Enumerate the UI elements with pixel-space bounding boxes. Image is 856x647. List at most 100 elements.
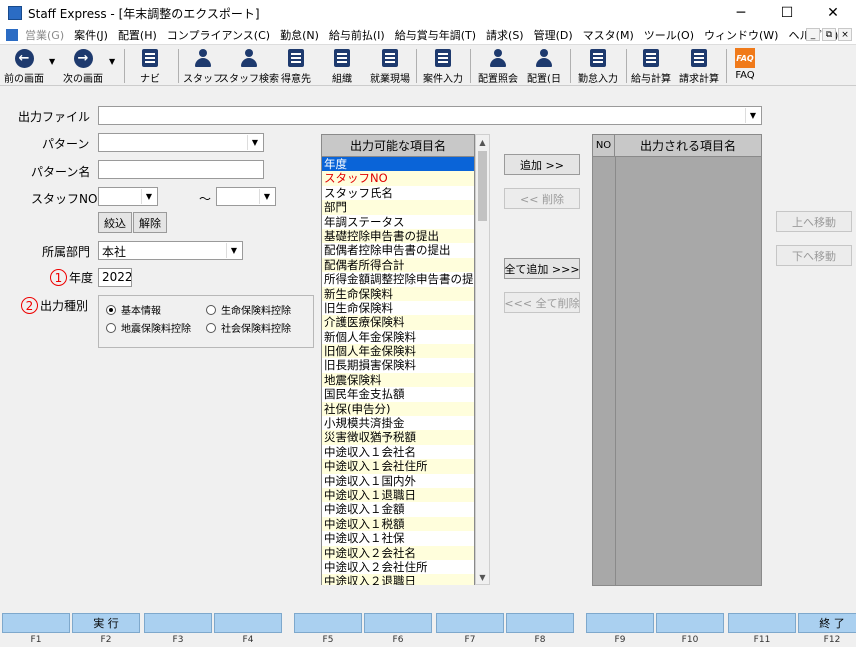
menu-tools[interactable]: ツール(O) bbox=[639, 27, 699, 43]
fkey-f7-button[interactable]: F7 bbox=[436, 613, 504, 647]
chevron-down-icon[interactable]: ▼ bbox=[259, 189, 274, 204]
move-up-button[interactable]: 上へ移動 bbox=[776, 211, 852, 232]
list-item[interactable]: 中途収入２会社名 bbox=[322, 545, 474, 560]
pattern-name-input[interactable] bbox=[98, 160, 264, 179]
menu-case[interactable]: 案件(J) bbox=[69, 27, 113, 43]
client-button[interactable]: 得意先 bbox=[278, 47, 314, 85]
list-item[interactable]: 中途収入１国内外 bbox=[322, 474, 474, 488]
radio-social-insurance[interactable]: 社会保険料控除 bbox=[206, 320, 291, 335]
list-item[interactable]: 旧個人年金保険料 bbox=[322, 344, 474, 359]
list-item[interactable]: 部門 bbox=[322, 200, 474, 215]
output-items-panel[interactable]: NO 出力される項目名 bbox=[592, 134, 762, 586]
mdi-minimize-button[interactable]: _ bbox=[806, 28, 820, 41]
filter-button[interactable]: 絞込 bbox=[98, 212, 132, 233]
chevron-down-icon[interactable]: ▼ bbox=[745, 108, 760, 123]
chevron-down-icon[interactable]: ▼ bbox=[141, 189, 156, 204]
list-item[interactable]: 年調ステータス bbox=[322, 215, 474, 229]
staff-button[interactable]: スタッフ bbox=[183, 47, 223, 85]
menu-advance-pay[interactable]: 給与前払(I) bbox=[324, 27, 390, 43]
chevron-down-icon[interactable]: ▼ bbox=[247, 135, 262, 150]
list-item[interactable]: スタッフNO bbox=[322, 171, 474, 186]
fkey-f4-button[interactable]: F4 bbox=[214, 613, 282, 647]
available-list-scrollbar[interactable]: ▲ ▼ bbox=[475, 134, 490, 585]
minimize-button[interactable]: ─ bbox=[718, 0, 764, 26]
fkey-f6-button[interactable]: F6 bbox=[364, 613, 432, 647]
next-screen-button[interactable]: → 次の画面 bbox=[60, 47, 106, 85]
fkey-f12-button[interactable]: 終 了 F12 bbox=[798, 613, 856, 647]
remove-all-button[interactable]: <<< 全て削除 bbox=[504, 292, 580, 313]
staff-no-to-combo[interactable]: ▼ bbox=[216, 187, 276, 206]
list-item[interactable]: 旧長期損害保険料 bbox=[322, 358, 474, 372]
worksite-button[interactable]: 就業現場 bbox=[368, 47, 412, 85]
year-input[interactable]: 2022 bbox=[98, 268, 132, 287]
payroll-calc-button[interactable]: 給与計算 bbox=[628, 47, 674, 85]
list-item[interactable]: 所得金額調整控除申告書の提出 bbox=[322, 272, 474, 286]
list-item[interactable]: 基礎控除申告書の提出 bbox=[322, 228, 474, 244]
list-item[interactable]: 地震保険料 bbox=[322, 372, 474, 388]
menu-window[interactable]: ウィンドウ(W) bbox=[699, 27, 783, 43]
mdi-restore-button[interactable]: ⧉ bbox=[822, 28, 836, 41]
list-item[interactable]: 中途収入１税額 bbox=[322, 516, 474, 532]
clear-button[interactable]: 解除 bbox=[133, 212, 167, 233]
close-button[interactable]: ✕ bbox=[810, 0, 856, 26]
list-item[interactable]: 中途収入１会社名 bbox=[322, 445, 474, 459]
list-item[interactable]: 国民年金支払額 bbox=[322, 387, 474, 401]
available-items-list[interactable]: 年度 スタッフNO スタッフ氏名 部門 年調ステータス 基礎控除申告書の提出 配偶者控除申告… bbox=[321, 157, 475, 585]
menu-admin[interactable]: 管理(D) bbox=[529, 27, 578, 43]
billing-calc-button[interactable]: 請求計算 bbox=[676, 47, 722, 85]
document-icon[interactable] bbox=[6, 29, 18, 41]
fkey-f10-button[interactable]: F10 bbox=[656, 613, 724, 647]
staff-search-button[interactable]: スタッフ検索 bbox=[219, 47, 279, 85]
radio-basic-info[interactable]: 基本情報 bbox=[106, 302, 161, 317]
fkey-f5-button[interactable]: F5 bbox=[294, 613, 362, 647]
next-dropdown-icon[interactable]: ▼ bbox=[109, 57, 115, 66]
chevron-down-icon[interactable]: ▼ bbox=[226, 243, 241, 258]
scroll-up-icon[interactable]: ▲ bbox=[476, 135, 489, 149]
list-item[interactable]: 小規模共済掛金 bbox=[322, 416, 474, 430]
staff-no-from-combo[interactable]: ▼ bbox=[98, 187, 158, 206]
list-item[interactable]: 配偶者控除申告書の提出 bbox=[322, 243, 474, 257]
fkey-f3-button[interactable]: F3 bbox=[144, 613, 212, 647]
remove-button[interactable]: << 削除 bbox=[504, 188, 580, 209]
mdi-close-button[interactable]: × bbox=[838, 28, 852, 41]
menu-master[interactable]: マスタ(M) bbox=[578, 27, 639, 43]
menu-placement[interactable]: 配置(H) bbox=[113, 27, 162, 43]
list-item[interactable]: 中途収入１社保 bbox=[322, 531, 474, 545]
menu-payroll[interactable]: 給与賞与年調(T) bbox=[390, 27, 481, 43]
fkey-f8-button[interactable]: F8 bbox=[506, 613, 574, 647]
org-button[interactable]: 組織 bbox=[326, 47, 358, 85]
list-item[interactable]: 中途収入２退職日 bbox=[322, 574, 474, 585]
fkey-f2-button[interactable]: 実 行 F2 bbox=[72, 613, 140, 647]
scroll-thumb[interactable] bbox=[478, 151, 487, 221]
fkey-f9-button[interactable]: F9 bbox=[586, 613, 654, 647]
menu-billing[interactable]: 請求(S) bbox=[481, 27, 529, 43]
prev-screen-button[interactable]: ← 前の画面 bbox=[2, 47, 46, 85]
maximize-button[interactable]: ☐ bbox=[764, 0, 810, 26]
list-item[interactable]: 中途収入１金額 bbox=[322, 502, 474, 516]
fkey-f1-button[interactable]: F1 bbox=[2, 613, 70, 647]
list-item[interactable]: 災害徴収猶予税額 bbox=[322, 430, 474, 445]
list-item[interactable]: 新個人年金保険料 bbox=[322, 330, 474, 344]
list-item[interactable]: 中途収入２会社住所 bbox=[322, 560, 474, 574]
list-item[interactable]: 中途収入１退職日 bbox=[322, 487, 474, 503]
output-file-combo[interactable]: ▼ bbox=[98, 106, 762, 125]
add-all-button[interactable]: 全て追加 >>> bbox=[504, 258, 580, 279]
add-button[interactable]: 追加 >> bbox=[504, 154, 580, 175]
list-item[interactable]: 社保(申告分) bbox=[322, 401, 474, 417]
scroll-down-icon[interactable]: ▼ bbox=[476, 570, 489, 584]
move-down-button[interactable]: 下へ移動 bbox=[776, 245, 852, 266]
pattern-combo[interactable]: ▼ bbox=[98, 133, 264, 152]
list-item[interactable]: 年度 bbox=[322, 157, 474, 172]
list-item[interactable]: スタッフ氏名 bbox=[322, 186, 474, 200]
faq-button[interactable]: FAQ FAQ bbox=[732, 47, 758, 85]
attendance-input-button[interactable]: 勤怠入力 bbox=[574, 47, 622, 85]
fkey-f11-button[interactable]: F11 bbox=[728, 613, 796, 647]
dept-combo[interactable]: 本社 ▼ bbox=[98, 241, 243, 260]
radio-life-insurance[interactable]: 生命保険料控除 bbox=[206, 302, 291, 317]
prev-dropdown-icon[interactable]: ▼ bbox=[49, 57, 55, 66]
list-item[interactable]: 中途収入１会社住所 bbox=[322, 459, 474, 474]
list-item[interactable]: 介護医療保険料 bbox=[322, 315, 474, 330]
menu-compliance[interactable]: コンプライアンス(C) bbox=[162, 27, 275, 43]
list-item[interactable]: 配偶者所得合計 bbox=[322, 257, 474, 273]
case-input-button[interactable]: 案件入力 bbox=[420, 47, 466, 85]
